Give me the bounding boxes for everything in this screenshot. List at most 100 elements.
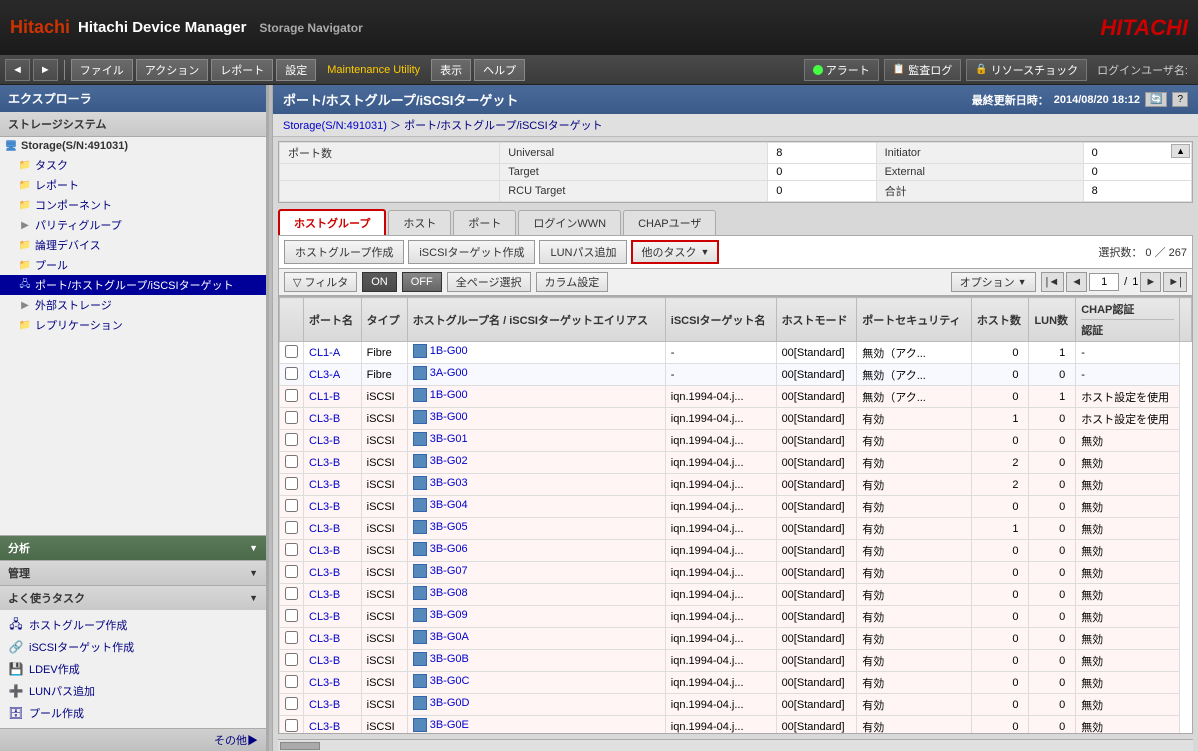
row-checkbox[interactable] <box>285 411 298 424</box>
hg-name-link[interactable]: 3B-G01 <box>430 433 468 445</box>
filter-button[interactable]: ▽ フィルタ <box>284 272 357 292</box>
horizontal-scrollbar[interactable] <box>278 739 1193 751</box>
page-first-button[interactable]: |◄ <box>1041 272 1065 292</box>
col-header-type[interactable]: タイプ <box>361 298 407 342</box>
port-name-link[interactable]: CL3-B <box>309 611 340 623</box>
row-checkbox[interactable] <box>285 521 298 534</box>
maintenance-utility-link[interactable]: Maintenance Utility <box>319 62 428 78</box>
port-name-link[interactable]: CL3-B <box>309 435 340 447</box>
row-checkbox[interactable] <box>285 543 298 556</box>
row-checkbox-cell[interactable] <box>280 430 304 452</box>
page-prev-button[interactable]: ◄ <box>1066 272 1087 292</box>
row-checkbox-cell[interactable] <box>280 452 304 474</box>
row-checkbox[interactable] <box>285 455 298 468</box>
select-all-button[interactable]: 全ページ選択 <box>447 272 531 292</box>
row-checkbox[interactable] <box>285 499 298 512</box>
back-button[interactable]: ◄ <box>5 59 30 81</box>
col-header-host-count[interactable]: ホスト数 <box>971 298 1029 342</box>
row-checkbox-cell[interactable] <box>280 606 304 628</box>
row-checkbox[interactable] <box>285 675 298 688</box>
port-name-link[interactable]: CL3-B <box>309 545 340 557</box>
column-settings-button[interactable]: カラム設定 <box>536 272 609 292</box>
sono-ta-link[interactable]: その他▶ <box>0 728 266 751</box>
analysis-section[interactable]: 分析 ▼ <box>0 536 266 560</box>
row-checkbox[interactable] <box>285 477 298 490</box>
tab-host[interactable]: ホスト <box>388 210 451 235</box>
row-checkbox[interactable] <box>285 719 298 732</box>
hg-name-link[interactable]: 3B-G05 <box>430 521 468 533</box>
tree-item-pool[interactable]: 📁 プール <box>0 255 266 275</box>
port-name-link[interactable]: CL3-B <box>309 633 340 645</box>
hg-create-button[interactable]: ホストグループ作成 <box>284 240 404 264</box>
row-checkbox-cell[interactable] <box>280 496 304 518</box>
scrollbar-thumb[interactable] <box>280 742 320 750</box>
tab-port[interactable]: ポート <box>453 210 516 235</box>
row-checkbox-cell[interactable] <box>280 584 304 606</box>
refresh-button[interactable]: 🔄 <box>1145 92 1167 107</box>
port-name-link[interactable]: CL3-B <box>309 501 340 513</box>
iscsi-target-create-button[interactable]: iSCSIターゲット作成 <box>408 240 535 264</box>
quick-task-lun-add[interactable]: ➕ LUNパス追加 <box>0 680 266 702</box>
other-tasks-dropdown[interactable]: 他のタスク ▼ <box>631 240 719 264</box>
lun-add-button[interactable]: LUNパス追加 <box>539 240 627 264</box>
tab-host-group[interactable]: ホストグループ <box>278 209 386 235</box>
row-checkbox[interactable] <box>285 697 298 710</box>
col-header-port-name[interactable]: ポート名 <box>304 298 362 342</box>
data-table-container[interactable]: ポート名 タイプ ホストグループ名 / iSCSIターゲットエイリアス iSCS… <box>278 296 1193 734</box>
audit-log-button[interactable]: 📋 監査ログ <box>884 59 961 81</box>
hg-name-link[interactable]: 3B-G06 <box>430 543 468 555</box>
quick-task-ldev-create[interactable]: 💾 LDEV作成 <box>0 658 266 680</box>
file-menu-button[interactable]: ファイル <box>71 59 133 81</box>
hg-name-link[interactable]: 3B-G04 <box>430 499 468 511</box>
hg-name-link[interactable]: 3B-G0C <box>430 675 470 687</box>
report-menu-button[interactable]: レポート <box>211 59 273 81</box>
row-checkbox-cell[interactable] <box>280 364 304 386</box>
quick-task-iscsi-create[interactable]: 🔗 iSCSIターゲット作成 <box>0 636 266 658</box>
filter-off-toggle[interactable]: OFF <box>402 272 442 292</box>
hg-name-link[interactable]: 3B-G09 <box>430 609 468 621</box>
port-name-link[interactable]: CL3-B <box>309 457 340 469</box>
tree-item-tasks[interactable]: 📁 タスク <box>0 155 266 175</box>
port-name-link[interactable]: CL3-B <box>309 413 340 425</box>
row-checkbox[interactable] <box>285 653 298 666</box>
hg-name-link[interactable]: 3B-G0E <box>430 719 469 731</box>
row-checkbox[interactable] <box>285 433 298 446</box>
tree-item-port-host[interactable]: 🖧 ポート/ホストグループ/iSCSIターゲット <box>0 275 266 295</box>
port-name-link[interactable]: CL3-B <box>309 523 340 535</box>
tree-item-reports[interactable]: 📁 レポート <box>0 175 266 195</box>
quick-task-hg-create[interactable]: 🖧 ホストグループ作成 <box>0 614 266 636</box>
page-last-button[interactable]: ►| <box>1163 272 1187 292</box>
row-checkbox[interactable] <box>285 565 298 578</box>
row-checkbox-cell[interactable] <box>280 386 304 408</box>
breadcrumb-storage-link[interactable]: Storage(S/N:491031) <box>283 120 387 132</box>
hg-name-link[interactable]: 3B-G02 <box>430 455 468 467</box>
forward-button[interactable]: ► <box>33 59 58 81</box>
row-checkbox[interactable] <box>285 631 298 644</box>
row-checkbox-cell[interactable] <box>280 342 304 364</box>
tree-item-replication[interactable]: 📁 レプリケーション <box>0 315 266 335</box>
help-button[interactable]: ? <box>1172 92 1188 107</box>
row-checkbox-cell[interactable] <box>280 716 304 735</box>
row-checkbox-cell[interactable] <box>280 650 304 672</box>
port-name-link[interactable]: CL1-A <box>309 347 340 359</box>
tree-item-ldev[interactable]: 📁 論理デバイス <box>0 235 266 255</box>
col-header-hg-name[interactable]: ホストグループ名 / iSCSIターゲットエイリアス <box>407 298 665 342</box>
tree-item-storage[interactable]: 🖥 Storage(S/N:491031) <box>0 137 266 155</box>
hg-name-link[interactable]: 1B-G00 <box>430 389 468 401</box>
port-name-link[interactable]: CL3-B <box>309 567 340 579</box>
options-button[interactable]: オプション ▼ <box>951 272 1036 292</box>
hg-name-link[interactable]: 3B-G03 <box>430 477 468 489</box>
port-name-link[interactable]: CL1-B <box>309 391 340 403</box>
hg-name-link[interactable]: 3B-G0D <box>430 697 470 709</box>
quick-tasks-section-header[interactable]: よく使うタスク ▼ <box>0 585 266 610</box>
col-header-chap[interactable]: CHAP認証 認証 <box>1076 298 1180 342</box>
port-name-link[interactable]: CL3-B <box>309 479 340 491</box>
row-checkbox-cell[interactable] <box>280 474 304 496</box>
col-header-lun-count[interactable]: LUN数 <box>1029 298 1076 342</box>
tab-login-wwn[interactable]: ログインWWN <box>518 210 621 235</box>
filter-on-toggle[interactable]: ON <box>362 272 397 292</box>
port-name-link[interactable]: CL3-A <box>309 369 340 381</box>
row-checkbox-cell[interactable] <box>280 562 304 584</box>
row-checkbox-cell[interactable] <box>280 518 304 540</box>
help-menu-button[interactable]: ヘルプ <box>474 59 525 81</box>
